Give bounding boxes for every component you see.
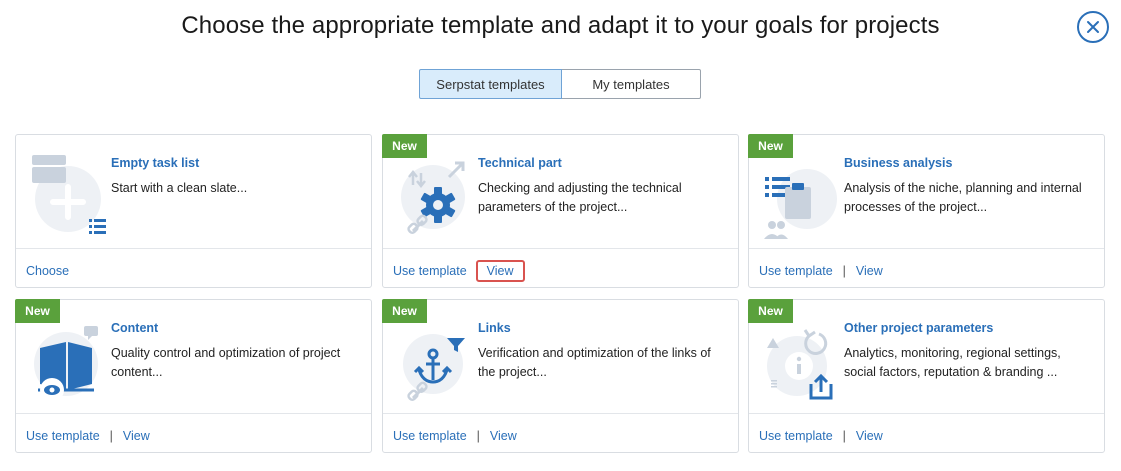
view-link[interactable]: View [475,260,525,282]
card-title[interactable]: Other project parameters [844,321,993,335]
card-divider [16,248,371,249]
card-description: Checking and adjusting the technical par… [478,181,682,214]
template-card-links: New Links Verification and optimization … [382,299,739,453]
gear-link-icon [401,161,465,234]
use-template-link[interactable]: Use template [26,429,100,443]
view-link[interactable]: View [856,429,883,443]
close-button[interactable] [1077,11,1109,43]
choose-link[interactable]: Choose [26,264,69,278]
template-card-business-analysis: New Business analysis Analysis of the ni… [748,134,1105,288]
book-eye-icon [34,326,98,402]
page-title: Choose the appropriate template and adap… [181,12,940,39]
card-title[interactable]: Technical part [478,156,562,170]
card-actions: Use template | View [759,260,883,282]
card-actions: Use template | View [759,425,883,447]
card-description: Analytics, monitoring, regional settings… [844,346,1061,379]
info-upload-icon [767,329,833,400]
card-description: Start with a clean slate... [111,181,248,195]
card-title[interactable]: Business analysis [844,156,952,170]
card-description: Analysis of the niche, planning and inte… [844,181,1082,214]
view-link[interactable]: View [856,264,883,278]
use-template-link[interactable]: Use template [759,264,833,278]
card-title[interactable]: Content [111,321,158,335]
use-template-link[interactable]: Use template [759,429,833,443]
card-title[interactable]: Links [478,321,511,335]
tab-my-templates[interactable]: My templates [562,69,701,99]
anchor-link-icon [403,334,465,401]
card-actions: Use template | View [26,425,150,447]
card-actions: Choose [26,260,69,282]
template-card-other-project-parameters: New Other project parameters Analytics, … [748,299,1105,453]
card-divider [383,248,738,249]
template-card-empty-task-list: Empty task list Start with a clean slate… [15,134,372,288]
card-description: Verification and optimization of the lin… [478,346,711,379]
folder-plus-list-icon [32,155,106,234]
card-title[interactable]: Empty task list [111,156,199,170]
clipboard-list-icon [764,169,837,239]
tab-serpstat-templates[interactable]: Serpstat templates [419,69,562,99]
card-divider [383,413,738,414]
card-actions: Use template | View [393,425,517,447]
card-description: Quality control and optimization of proj… [111,346,341,379]
template-card-content: New Content Quality control and optimiza… [15,299,372,453]
view-link[interactable]: View [490,429,517,443]
template-card-technical-part: New Technical part Checking and adjustin… [382,134,739,288]
card-divider [749,248,1104,249]
action-separator: | [842,264,846,278]
use-template-link[interactable]: Use template [393,264,467,278]
card-divider [16,413,371,414]
action-separator: | [842,429,846,443]
action-separator: | [476,429,480,443]
card-divider [749,413,1104,414]
card-actions: Use template View [393,260,525,282]
template-tabs: Serpstat templates My templates [419,69,701,99]
use-template-link[interactable]: Use template [393,429,467,443]
action-separator: | [109,429,113,443]
close-icon [1087,21,1099,33]
view-link[interactable]: View [123,429,150,443]
